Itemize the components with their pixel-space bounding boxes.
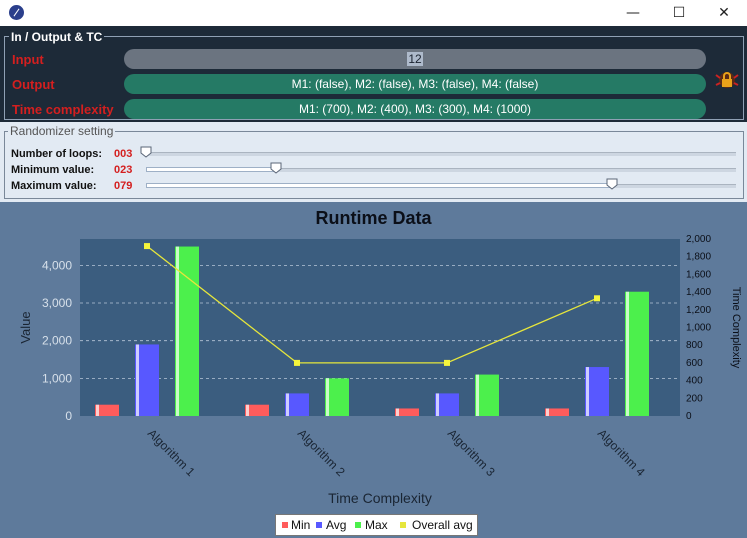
y2-tick-label: 1,800: [686, 252, 711, 263]
y2-tick-label: 1,200: [686, 305, 711, 316]
compass-icon: [9, 5, 24, 20]
y2-tick-label: 0: [686, 411, 692, 422]
bar-highlight: [546, 408, 549, 416]
y2-tick-label: 200: [686, 393, 703, 404]
max-slider-thumb[interactable]: [606, 178, 618, 190]
legend-overall-avg-label: Overall avg: [412, 518, 473, 532]
input-field[interactable]: 12: [124, 49, 706, 69]
y-tick-label: 0: [65, 409, 72, 423]
title-bar: — ☐ ✕: [0, 0, 747, 26]
close-button[interactable]: ✕: [701, 0, 747, 26]
max-slider-fill: [146, 183, 615, 188]
bar-highlight: [326, 378, 329, 416]
y2-tick-label: 400: [686, 376, 703, 387]
overall-avg-point-4: [594, 295, 600, 302]
max-label: Maximum value:: [11, 180, 97, 192]
min-slider-thumb[interactable]: [270, 162, 282, 174]
loops-label: Number of loops:: [11, 148, 103, 160]
max-value: 079: [114, 180, 133, 192]
overall-avg-point-1: [144, 243, 150, 250]
bar-highlight: [586, 367, 589, 416]
min-slider-fill: [146, 167, 278, 172]
y-tick-label: 3,000: [42, 296, 72, 310]
chart-legend: Min Avg Max Overall avg: [275, 514, 478, 536]
loops-slider-thumb[interactable]: [140, 146, 152, 158]
y2-tick-label: 1,600: [686, 269, 711, 280]
min-value: 023: [114, 164, 133, 176]
io-panel: In / Output & TC Input 12 Output M1: (fa…: [0, 26, 747, 122]
bar-highlight: [136, 344, 139, 416]
time-complexity-label: Time complexity: [12, 102, 114, 117]
x-tick-label: Algorithm 2: [295, 426, 348, 479]
y2-tick-label: 800: [686, 340, 703, 351]
bar-highlight: [396, 408, 399, 416]
y-tick-label: 4,000: [42, 258, 72, 272]
y2-axis-label: Time Complexity: [730, 287, 742, 369]
loops-slider-track[interactable]: [146, 152, 736, 156]
y2-tick-label: 1,400: [686, 287, 711, 298]
time-complexity-field: M1: (700), M2: (400), M3: (300), M4: (10…: [124, 99, 706, 119]
legend-avg-swatch: [316, 522, 322, 528]
y2-tick-label: 1,000: [686, 323, 711, 334]
lock-icon[interactable]: [714, 70, 740, 90]
randomizer-panel: Randomizer setting Number of loops: 003 …: [0, 122, 747, 202]
bar-highlight: [96, 404, 99, 416]
loops-value: 003: [114, 148, 133, 160]
input-value: 12: [407, 52, 423, 66]
bar-highlight: [246, 404, 249, 416]
minimize-button[interactable]: —: [610, 0, 656, 26]
y2-tick-label: 2,000: [686, 234, 711, 245]
overall-avg-point-2: [294, 359, 300, 366]
x-tick-label: Algorithm 4: [595, 426, 648, 479]
bar-highlight: [176, 246, 179, 416]
randomizer-panel-title: Randomizer setting: [8, 124, 116, 138]
output-field: M1: (false), M2: (false), M3: (false), M…: [124, 74, 706, 94]
legend-min-swatch: [282, 522, 288, 528]
bar-highlight: [286, 393, 289, 416]
maximize-button[interactable]: ☐: [656, 0, 702, 26]
y-axis-label: Value: [18, 311, 33, 343]
y-tick-label: 2,000: [42, 334, 72, 348]
min-label: Minimum value:: [11, 164, 95, 176]
x-tick-label: Algorithm 1: [145, 426, 198, 479]
x-axis-label: Time Complexity: [328, 490, 432, 506]
x-tick-label: Algorithm 3: [445, 426, 498, 479]
legend-max-swatch: [355, 522, 361, 528]
overall-avg-point-3: [444, 359, 450, 366]
legend-avg-label: Avg: [326, 518, 347, 532]
legend-min-label: Min: [291, 518, 311, 532]
io-panel-title: In / Output & TC: [9, 30, 105, 44]
bar-highlight: [626, 291, 629, 416]
y-tick-label: 1,000: [42, 371, 72, 385]
input-label: Input: [12, 52, 44, 67]
bar-highlight: [436, 393, 439, 416]
chart-panel: Runtime Data 0 1,000 2,000 3,000 4,000 0 200 40…: [0, 202, 747, 538]
legend-max-label: Max: [365, 518, 388, 532]
runtime-chart: 0 1,000 2,000 3,000 4,000 0 200 400 600 800 1,000 1…: [18, 234, 742, 506]
y2-tick-label: 600: [686, 358, 703, 369]
bar-highlight: [476, 374, 479, 416]
output-label: Output: [12, 77, 55, 92]
legend-overall-avg-swatch: [400, 522, 406, 528]
